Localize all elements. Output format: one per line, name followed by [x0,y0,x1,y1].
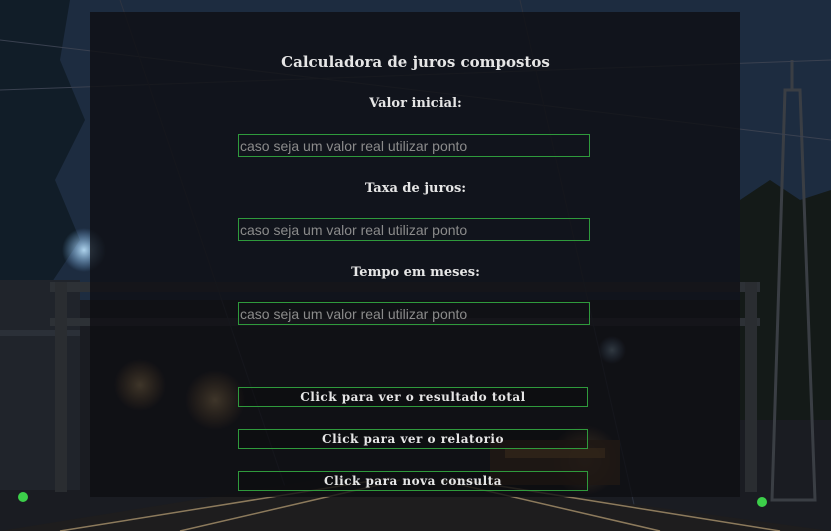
report-button[interactable]: Click para ver o relatorio [238,429,588,449]
time-months-label: Tempo em meses: [351,265,480,280]
page-title: Calculadora de juros compostos [281,53,550,71]
calculator-panel [90,12,740,497]
time-months-input[interactable] [238,302,590,325]
interest-rate-label: Taxa de juros: [364,181,467,196]
initial-value-label: Valor inicial: [369,96,462,111]
new-query-button[interactable]: Click para nova consulta [238,471,588,491]
interest-rate-input[interactable] [238,218,590,241]
total-result-button[interactable]: Click para ver o resultado total [238,387,588,407]
initial-value-input[interactable] [238,134,590,157]
